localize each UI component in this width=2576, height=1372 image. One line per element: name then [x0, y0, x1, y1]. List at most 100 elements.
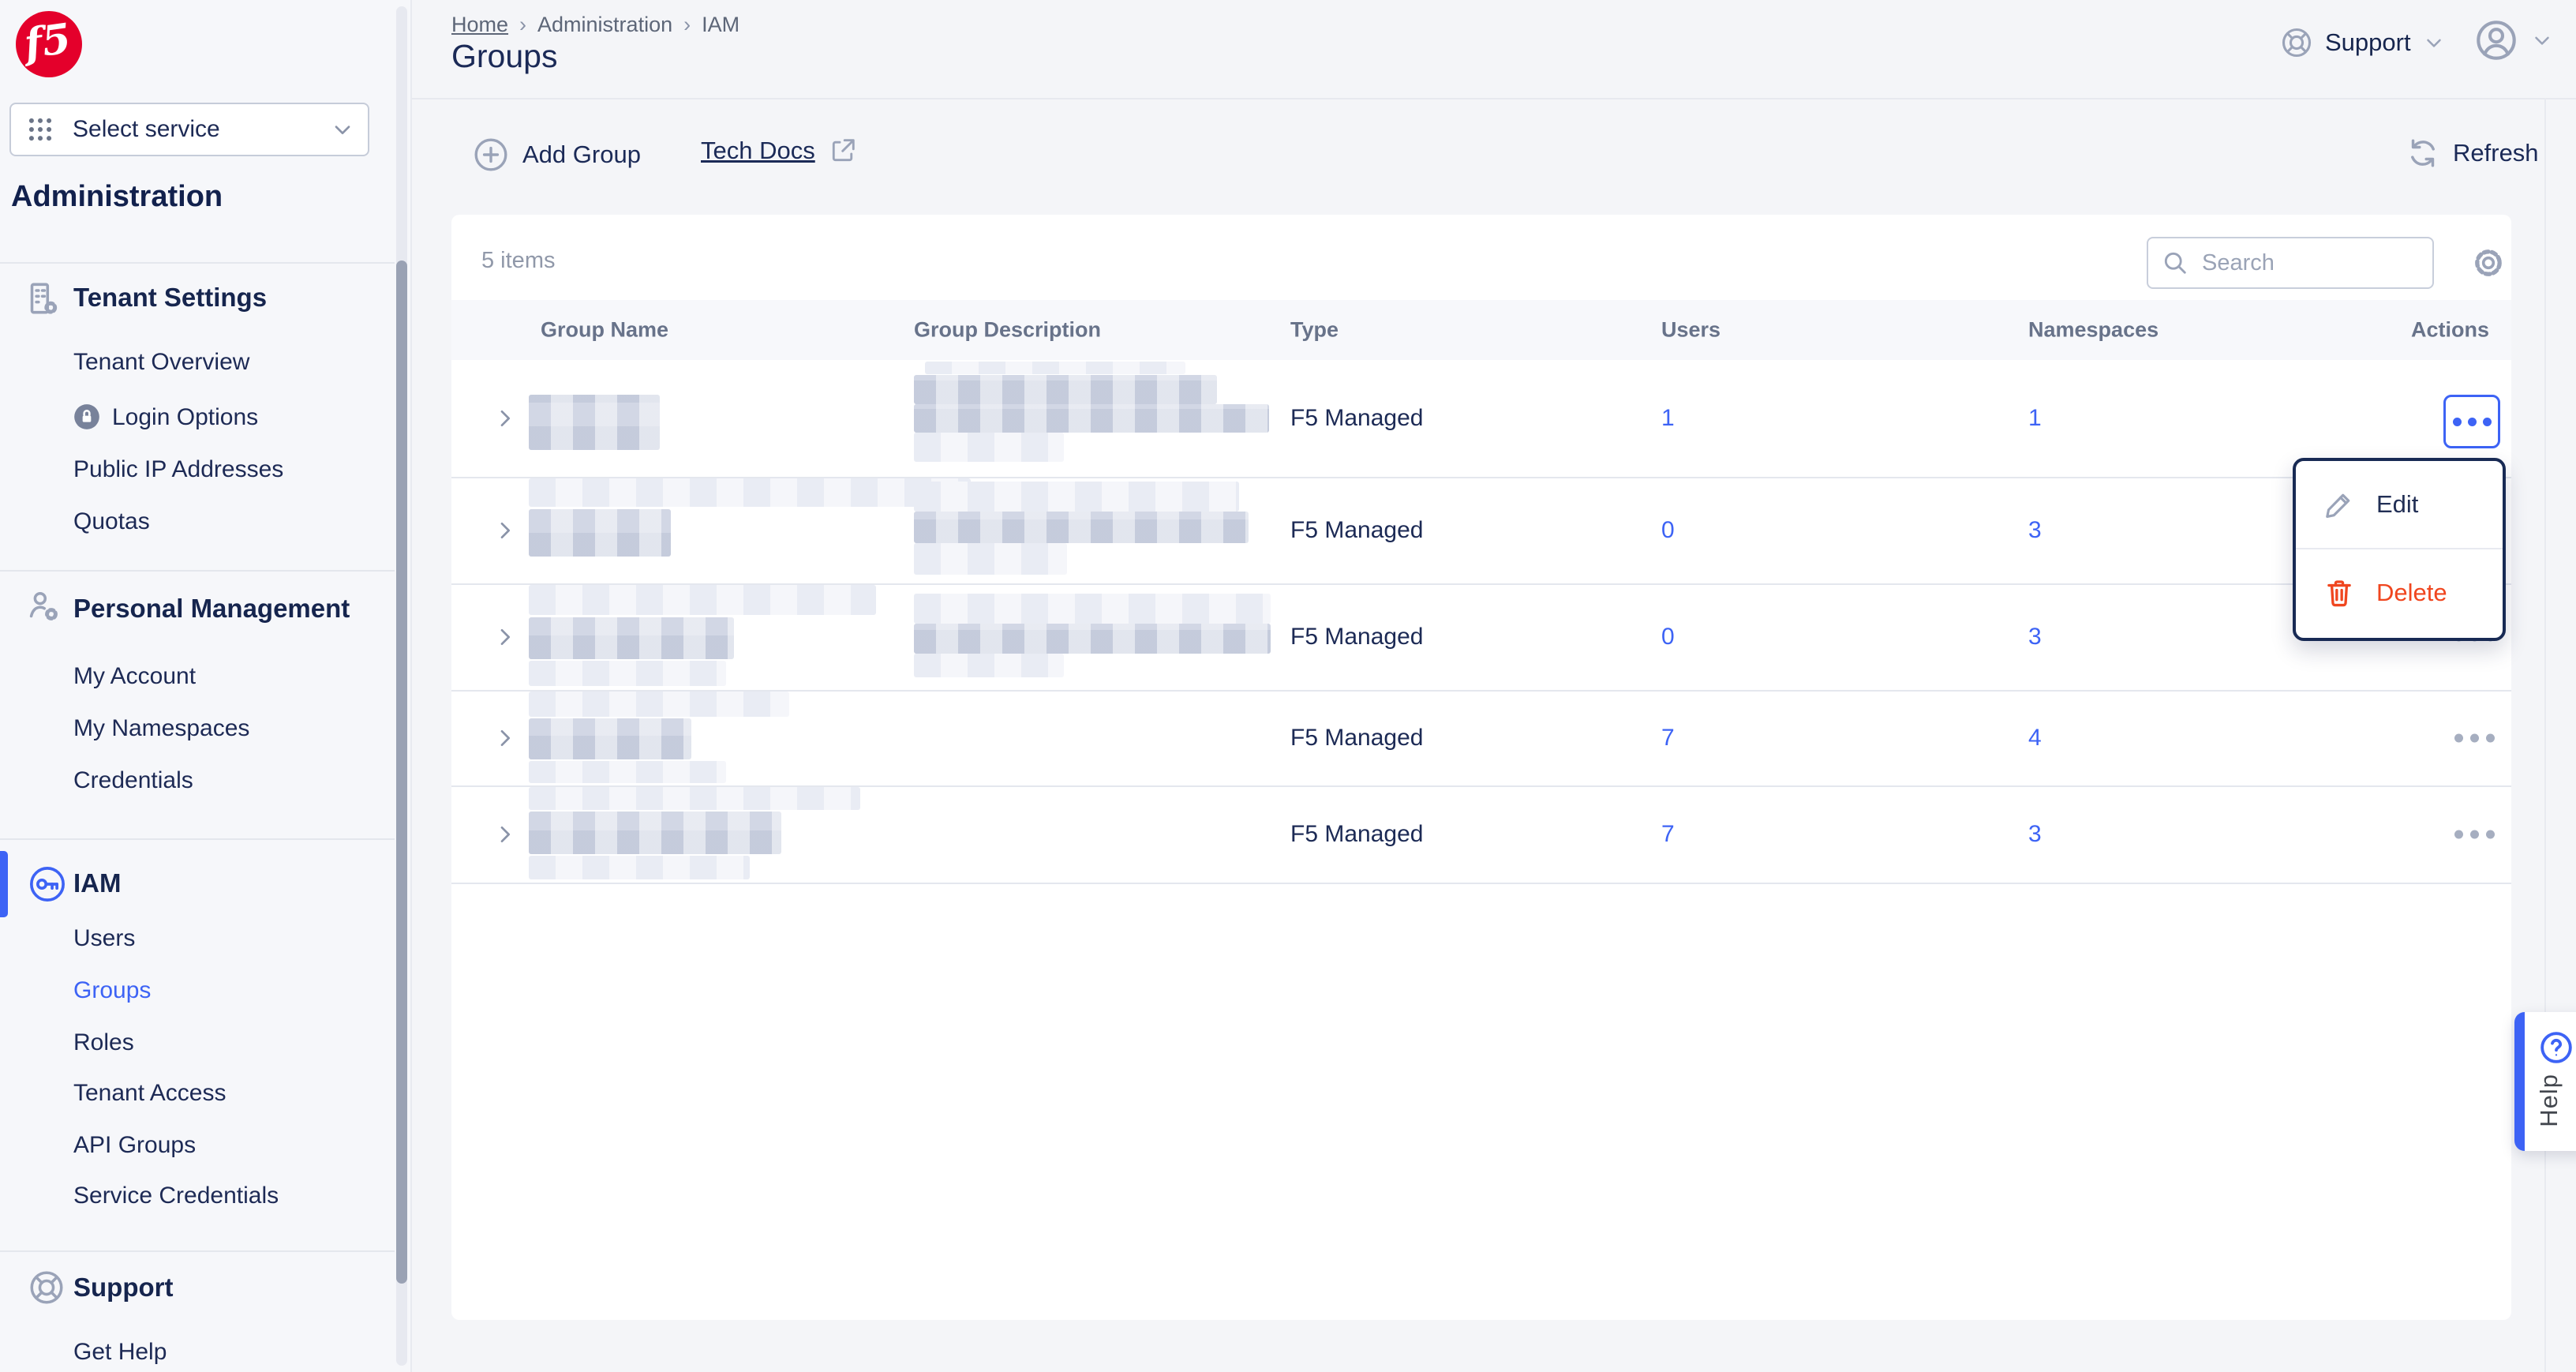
- help-tab-accent-strip: [2514, 1012, 2525, 1151]
- lock-badge-icon: [71, 401, 103, 433]
- table-row: F5 Managed 0 3: [451, 477, 2511, 585]
- sidebar-item-quotas[interactable]: Quotas: [73, 508, 150, 535]
- delete-menu-label: Delete: [2376, 579, 2447, 607]
- sidebar-item-credentials[interactable]: Credentials: [73, 767, 193, 794]
- expand-chevron-icon[interactable]: [492, 518, 518, 543]
- divider: [0, 570, 395, 572]
- delete-menu-item[interactable]: Delete: [2296, 549, 2503, 636]
- sidebar-scrollbar-thumb[interactable]: [396, 261, 407, 1284]
- column-header-actions: Actions: [2411, 318, 2489, 343]
- header-divider: [412, 98, 2576, 99]
- users-count-link[interactable]: 0: [1661, 517, 1675, 544]
- namespaces-count-link[interactable]: 1: [2028, 405, 2042, 432]
- external-link-icon: [828, 136, 858, 166]
- items-count: 5 items: [481, 248, 555, 274]
- namespaces-count-link[interactable]: 4: [2028, 725, 2042, 752]
- edit-menu-item[interactable]: Edit: [2296, 461, 2503, 548]
- sidebar: f5 Select service Administration Tenant …: [0, 0, 410, 1372]
- sidebar-heading: Administration: [11, 180, 223, 214]
- redacted-group-name: [529, 509, 671, 557]
- sidebar-item-my-account[interactable]: My Account: [73, 663, 196, 690]
- redacted-group-description: [914, 654, 1064, 677]
- f5-logo: f5: [16, 11, 82, 77]
- support-menu[interactable]: Support: [2279, 25, 2446, 60]
- namespaces-count-link[interactable]: 3: [2028, 517, 2042, 544]
- grid-icon: [25, 114, 55, 144]
- active-section-indicator: [0, 851, 8, 917]
- redacted-group-description: [914, 482, 1239, 512]
- search-icon: [2161, 249, 2189, 277]
- users-count-link[interactable]: 7: [1661, 725, 1675, 752]
- redacted-group-name: [529, 718, 691, 759]
- row-actions-button-active[interactable]: [2443, 395, 2500, 448]
- redacted-group-description: [925, 362, 1185, 374]
- users-count-link[interactable]: 1: [1661, 405, 1675, 432]
- sidebar-item-login-options[interactable]: Login Options: [112, 404, 258, 431]
- expand-chevron-icon[interactable]: [492, 624, 518, 650]
- redacted-group-name: [529, 812, 781, 854]
- service-selector-label: Select service: [73, 116, 330, 143]
- help-tab-label: Help: [2535, 1074, 2563, 1127]
- help-tab[interactable]: Help: [2514, 1012, 2576, 1151]
- sidebar-item-public-ip-addresses[interactable]: Public IP Addresses: [73, 456, 283, 483]
- expand-chevron-icon[interactable]: [492, 822, 518, 847]
- refresh-button[interactable]: Refresh: [2406, 136, 2539, 171]
- chevron-down-icon: [2422, 31, 2446, 54]
- breadcrumb-iam: IAM: [702, 13, 739, 36]
- section-title-personal-management: Personal Management: [73, 594, 350, 624]
- expand-chevron-icon[interactable]: [492, 725, 518, 751]
- chevron-right-icon: ›: [519, 13, 526, 36]
- sidebar-item-groups[interactable]: Groups: [73, 977, 151, 1004]
- namespaces-count-link[interactable]: 3: [2028, 821, 2042, 848]
- group-type: F5 Managed: [1290, 821, 1423, 848]
- column-header-namespaces: Namespaces: [2028, 318, 2159, 343]
- tech-docs-link[interactable]: Tech Docs: [701, 136, 858, 166]
- users-count-link[interactable]: 0: [1661, 624, 1675, 650]
- chevron-right-icon: ›: [683, 13, 691, 36]
- redacted-group-description: [914, 624, 1271, 654]
- sidebar-item-my-namespaces[interactable]: My Namespaces: [73, 715, 249, 742]
- plus-circle-icon: [472, 136, 510, 174]
- sidebar-item-roles[interactable]: Roles: [73, 1029, 134, 1056]
- page-gutter-divider: [2544, 98, 2546, 1372]
- table-row: F5 Managed 1 1: [451, 360, 2511, 478]
- breadcrumb: Home›Administration›IAM: [451, 13, 739, 37]
- redacted-group-name: [529, 661, 726, 686]
- divider: [0, 838, 395, 840]
- table-row: F5 Managed 0 3: [451, 583, 2511, 692]
- redacted-group-description: [914, 543, 1067, 575]
- groups-table-card: 5 items Group Name Group Description Typ…: [451, 215, 2511, 1320]
- sidebar-item-get-help[interactable]: Get Help: [73, 1339, 167, 1366]
- sidebar-item-tenant-overview[interactable]: Tenant Overview: [73, 349, 249, 376]
- sidebar-item-service-credentials[interactable]: Service Credentials: [73, 1183, 279, 1209]
- sidebar-item-tenant-access[interactable]: Tenant Access: [73, 1080, 226, 1107]
- refresh-label: Refresh: [2453, 139, 2539, 167]
- table-row: F5 Managed 7 4: [451, 690, 2511, 787]
- group-type: F5 Managed: [1290, 624, 1423, 650]
- support-label: Support: [2325, 28, 2411, 57]
- person-gear-icon: [24, 586, 63, 627]
- users-count-link[interactable]: 7: [1661, 821, 1675, 848]
- namespaces-count-link[interactable]: 3: [2028, 624, 2042, 650]
- sidebar-item-users[interactable]: Users: [73, 925, 135, 952]
- sidebar-item-api-groups[interactable]: API Groups: [73, 1132, 196, 1159]
- expand-chevron-icon[interactable]: [492, 406, 518, 431]
- row-actions-button[interactable]: [2454, 733, 2495, 742]
- section-title-support: Support: [73, 1273, 173, 1303]
- breadcrumb-home-link[interactable]: Home: [451, 13, 508, 36]
- divider: [0, 1250, 395, 1252]
- row-actions-button[interactable]: [2454, 830, 2495, 838]
- table-header-row: Group Name Group Description Type Users …: [451, 300, 2511, 360]
- section-title-iam: IAM: [73, 868, 122, 898]
- redacted-group-name: [529, 478, 971, 507]
- add-group-label: Add Group: [522, 141, 641, 169]
- service-selector[interactable]: Select service: [9, 103, 369, 156]
- table-settings-gear-icon[interactable]: [2470, 245, 2507, 281]
- user-menu[interactable]: [2473, 17, 2554, 63]
- search-input[interactable]: [2200, 249, 2401, 277]
- column-header-type: Type: [1290, 318, 1339, 343]
- question-circle-icon: [2538, 1029, 2574, 1066]
- section-title-tenant-settings: Tenant Settings: [73, 283, 267, 313]
- chevron-down-icon: [330, 117, 355, 142]
- add-group-button[interactable]: Add Group: [472, 136, 641, 174]
